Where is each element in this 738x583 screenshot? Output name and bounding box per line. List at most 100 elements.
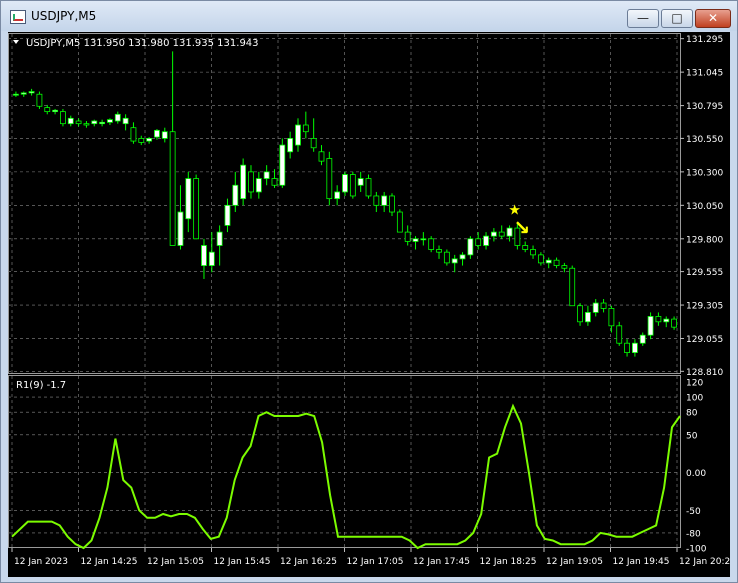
candle-body <box>569 267 576 307</box>
minimize-icon: — <box>637 11 649 25</box>
candle-body <box>169 131 176 246</box>
candle-body <box>342 174 348 193</box>
candle-body <box>161 131 168 139</box>
time-tick-label: 12 Jan 18:25 <box>480 557 537 567</box>
close-button[interactable]: ✕ <box>695 9 731 28</box>
candle-body <box>146 137 153 142</box>
candle-body <box>248 171 254 193</box>
candle-body <box>373 195 380 206</box>
candle-body <box>420 238 427 241</box>
time-tick-label: 12 Jan 17:05 <box>347 557 404 567</box>
candle-body <box>553 259 560 266</box>
candle-body <box>224 204 231 226</box>
candle-body <box>616 325 623 344</box>
indicator-tick-label: 50 <box>686 431 698 441</box>
chart-canvas[interactable]: 131.295 131.045 130.795 130.550 130.300 130.0… <box>8 32 736 577</box>
time-tick-label: 12 Jan 16:25 <box>280 557 337 567</box>
candle-body <box>647 316 654 336</box>
indicator-tick-label: 80 <box>686 409 698 419</box>
candle-body <box>396 211 403 233</box>
candle-body <box>107 119 113 123</box>
price-tick-label: 130.300 <box>686 168 723 178</box>
candle-body <box>177 211 184 246</box>
chart-area[interactable]: 131.295 131.045 130.795 130.550 130.300 130.0… <box>8 32 736 577</box>
candle-body <box>381 195 388 206</box>
candle-body <box>240 164 247 200</box>
candle-body <box>60 111 66 125</box>
candle-body <box>36 93 43 107</box>
candle-body <box>349 174 356 197</box>
candle-body <box>67 117 74 125</box>
indicator-layer <box>11 403 681 550</box>
time-tick-label: 12 Jan 14:25 <box>81 557 138 567</box>
minimize-button[interactable]: — <box>627 9 659 28</box>
indicator-tick-label: 100 <box>686 394 703 404</box>
candle-body <box>28 91 35 94</box>
candle-body <box>600 302 607 309</box>
candle-body <box>475 238 482 246</box>
chart-window-icon <box>10 10 26 24</box>
price-tick-label: 130.050 <box>686 202 723 212</box>
candle-body <box>490 231 497 237</box>
candle-body <box>52 109 58 113</box>
time-tick-label: 12 Jan 2023 <box>14 557 68 567</box>
candle-body <box>608 308 615 327</box>
candle-body <box>663 318 670 323</box>
indicator-tick-label: 120 <box>686 379 703 389</box>
candle-body <box>561 265 568 269</box>
price-tick-label: 129.055 <box>686 335 723 345</box>
chart-window: USDJPY,M5 — □ ✕ 131.295 131.045 130.795 130… <box>0 0 738 583</box>
candle-body <box>271 178 278 186</box>
close-icon: ✕ <box>707 11 719 25</box>
candle-body <box>436 249 442 253</box>
indicator-tick-label: -100 <box>686 545 707 555</box>
candle-body <box>318 151 325 162</box>
indicator-header: R1(9) -1.7 <box>16 380 66 391</box>
candle-body <box>122 117 129 125</box>
candle-body <box>91 120 98 125</box>
time-tick-label: 12 Jan 17:45 <box>413 557 470 567</box>
candle-body <box>498 231 505 237</box>
candle-body <box>412 238 419 242</box>
dropdown-triangle-icon[interactable] <box>13 40 19 44</box>
time-tick-label: 12 Jan 15:05 <box>147 557 204 567</box>
candle-body <box>295 124 301 146</box>
price-chart-header: USDJPY,M5 131.950 131.980 131.935 131.94… <box>26 38 259 49</box>
price-tick-label: 131.045 <box>686 69 723 79</box>
candle-body <box>404 231 411 242</box>
time-tick-label: 12 Jan 15:45 <box>214 557 271 567</box>
candle-body <box>365 178 372 197</box>
price-tick-label: 131.295 <box>686 35 723 45</box>
time-tick-label: 12 Jan 20:25 <box>679 557 730 567</box>
candle-body <box>20 92 27 95</box>
price-tick-label: 129.800 <box>686 235 723 245</box>
signal-arrow-icon: ↘ <box>513 216 530 240</box>
candle-body <box>632 342 638 353</box>
candle-body <box>389 195 395 213</box>
candle-body <box>655 316 662 323</box>
candle-body <box>506 227 513 237</box>
candle-body <box>75 120 82 125</box>
candle-body <box>287 137 294 153</box>
candle-body <box>522 245 529 250</box>
indicator-tick-label: -50 <box>686 507 701 517</box>
title-bar[interactable]: USDJPY,M5 — □ ✕ <box>1 1 737 31</box>
candle-body <box>13 93 19 96</box>
candle-body <box>138 137 145 143</box>
candle-body <box>185 178 192 220</box>
grid-layer <box>8 33 681 548</box>
window-title: USDJPY,M5 <box>31 9 97 23</box>
candle-body <box>467 238 474 256</box>
maximize-button[interactable]: □ <box>661 9 693 28</box>
candle-body <box>483 235 489 246</box>
candle-body <box>216 231 223 246</box>
candle-body <box>334 191 341 200</box>
candle-body <box>428 238 435 250</box>
price-tick-label: 130.550 <box>686 135 723 145</box>
candle-body <box>208 251 215 266</box>
candle-body <box>624 342 630 353</box>
candle-body <box>154 129 160 138</box>
maximize-icon: □ <box>671 11 683 25</box>
candle-body <box>201 245 207 266</box>
candle-body <box>232 184 239 206</box>
